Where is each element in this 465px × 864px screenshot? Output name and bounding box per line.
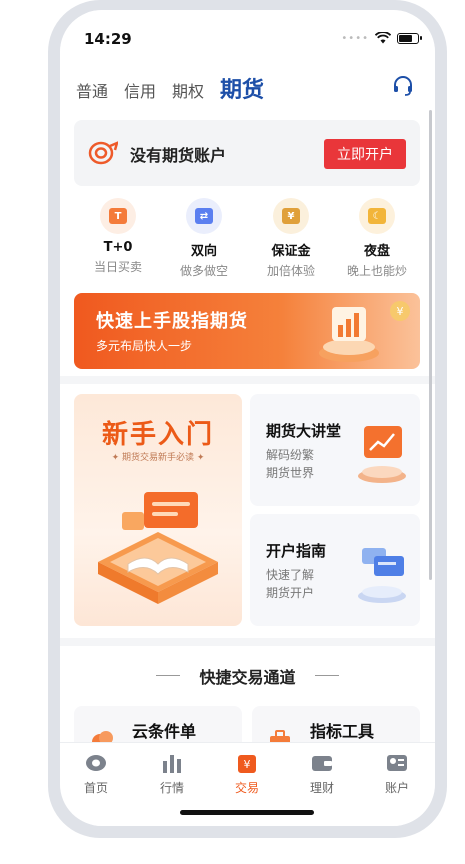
cloud-order-label: 云条件单: [132, 722, 197, 741]
tabbar-label: 行情: [159, 781, 184, 795]
status-icons: ••••: [341, 32, 422, 44]
feature-grid: T T+0 当日买卖 ⇄ 双向 做多做空 ¥ 保证金 加倍体验 ☾ 夜盘 晚上也…: [60, 198, 435, 288]
guide-title: 开户指南: [266, 542, 327, 560]
index-futures-banner[interactable]: 快速上手股指期货 多元布局快人一步 ¥: [74, 293, 420, 369]
no-account-text: 没有期货账户: [130, 146, 227, 165]
home-indicator[interactable]: [180, 810, 314, 815]
tabbar-trade[interactable]: ¥ 交易: [217, 753, 277, 796]
tab-options[interactable]: 期权: [172, 78, 204, 102]
bar-chart-icon: [163, 755, 181, 773]
coin-icon: ¥: [390, 301, 410, 321]
tab-futures[interactable]: 期货: [220, 72, 264, 104]
calendar-icon: T: [100, 198, 136, 234]
broker-logo-icon: [88, 141, 118, 165]
open-account-button[interactable]: 立即开户: [324, 139, 406, 169]
futures-lecture-card[interactable]: 期货大讲堂 解码纷繁 期货世界: [250, 394, 420, 506]
trade-yen-icon: ¥: [238, 755, 256, 773]
tab-credit[interactable]: 信用: [124, 78, 156, 102]
status-bar: 14:29 ••••: [60, 10, 435, 60]
feature-subtitle: 晚上也能炒: [346, 264, 407, 278]
wallet-icon: [312, 756, 332, 771]
card-platform-icon: [358, 548, 406, 603]
chart-podium-icon: [319, 307, 379, 362]
lecture-title: 期货大讲堂: [266, 422, 342, 440]
tabbar-label: 理财: [309, 781, 334, 795]
futures-top-section: 没有期货账户 立即开户 T T+0 当日买卖 ⇄ 双向 做多做空 ¥ 保证金 加…: [60, 114, 435, 376]
no-account-bar: 没有期货账户 立即开户: [74, 120, 420, 186]
home-icon: [86, 755, 106, 771]
signal-icon: ••••: [341, 32, 369, 44]
feature-title: 夜盘: [363, 244, 390, 259]
divider-right: [315, 675, 339, 676]
tabbar-wealth[interactable]: 理财: [292, 753, 352, 796]
lecture-subtitle-2: 期货世界: [266, 466, 315, 480]
exchange-icon: ⇄: [186, 198, 222, 234]
tabbar-account[interactable]: 账户: [367, 753, 427, 796]
account-card-icon: [387, 755, 407, 771]
tabbar-market[interactable]: 行情: [142, 753, 202, 796]
feature-two-way[interactable]: ⇄ 双向 做多做空: [160, 198, 248, 279]
feature-subtitle: 加倍体验: [266, 264, 315, 278]
customer-service-icon[interactable]: [391, 74, 415, 98]
feature-t0[interactable]: T T+0 当日买卖: [74, 198, 162, 275]
tabbar-label: 首页: [83, 781, 108, 795]
feature-title: 保证金: [271, 244, 311, 259]
guide-subtitle-2: 期货开户: [266, 586, 315, 600]
tabbar-home[interactable]: 首页: [66, 753, 126, 796]
app-screen: 14:29 •••• 普通 信用 期权 期货 没有期货账户 立即开户 T T+0…: [60, 10, 435, 826]
feature-margin[interactable]: ¥ 保证金 加倍体验: [247, 198, 335, 279]
feature-subtitle: 做多做空: [179, 264, 228, 278]
feature-title: T+0: [103, 240, 133, 255]
beginner-guide-card[interactable]: 新手入门 ✦ 期货交易新手必读 ✦: [74, 394, 242, 626]
status-time: 14:29: [84, 30, 132, 48]
guide-subtitle-1: 快速了解: [266, 568, 315, 582]
indicator-tools-label: 指标工具: [310, 722, 375, 741]
scrollbar[interactable]: [429, 110, 432, 580]
beginner-title: 新手入门: [101, 420, 214, 450]
feature-title: 双向: [190, 244, 217, 259]
account-guide-card[interactable]: 开户指南 快速了解 期货开户: [250, 514, 420, 626]
account-type-tabs: 普通 信用 期权 期货: [60, 60, 435, 114]
lecture-subtitle-1: 解码纷繁: [266, 448, 315, 462]
tabbar-label: 账户: [384, 781, 409, 795]
shield-yen-icon: ¥: [273, 198, 309, 234]
chart-board-icon: [358, 426, 406, 483]
banner-title: 快速上手股指期货: [96, 311, 248, 332]
learning-section: 新手入门 ✦ 期货交易新手必读 ✦ 期货大讲堂 解码纷繁 期货世界 开户指南 快…: [60, 384, 435, 638]
tabbar-label: 交易: [234, 781, 259, 795]
book-platform-icon: [98, 492, 218, 604]
battery-icon: [397, 32, 422, 44]
wifi-icon: [375, 32, 391, 44]
banner-subtitle: 多元布局快人一步: [96, 339, 193, 353]
svg-text:¥: ¥: [244, 758, 251, 771]
beginner-subtitle: ✦ 期货交易新手必读 ✦: [111, 453, 205, 463]
quick-trade-title: 快捷交易通道: [199, 668, 296, 687]
feature-subtitle: 当日买卖: [93, 260, 142, 274]
feature-night[interactable]: ☾ 夜盘 晚上也能炒: [333, 198, 421, 279]
moon-monitor-icon: ☾: [359, 198, 395, 234]
tab-normal[interactable]: 普通: [76, 78, 108, 102]
